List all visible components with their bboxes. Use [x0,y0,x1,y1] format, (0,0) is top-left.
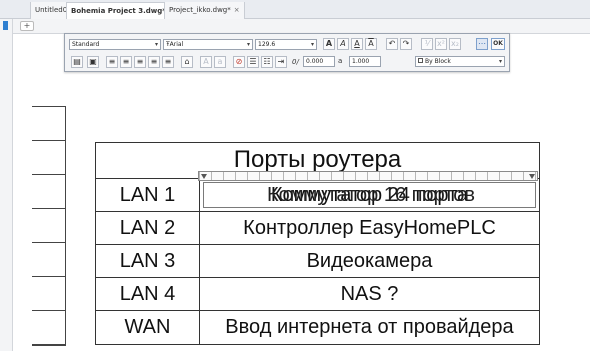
external-row [32,107,65,141]
external-row [32,209,65,243]
align-right-icon[interactable]: ≡ [134,56,146,68]
bold-button[interactable]: A [323,38,335,50]
more-options-icon[interactable]: ⋯ [476,38,488,50]
description-cell: Видеокамера [306,250,433,272]
numbering-icon[interactable]: ☷ [261,56,273,68]
indent-marker-icon[interactable] [201,174,207,179]
italic-button[interactable]: A [337,38,349,50]
width-factor-value: 1.000 [352,58,370,65]
port-cell: LAN 3 [96,245,200,277]
port-cell: LAN 4 [96,278,200,310]
external-row [32,175,65,209]
external-row [32,141,65,175]
table-row[interactable]: LAN 4 NAS ? [96,278,539,311]
subscript-icon[interactable]: x₂ [449,38,461,50]
text-format-toolbar: Standard ▾ ŦArial ▾ 129.6 ▾ A A A A ↶ ↷ ⅟ x… [64,33,510,72]
external-table-fragment [32,106,66,346]
chevron-down-icon: ▾ [498,58,502,65]
port-cell: LAN 2 [96,212,200,244]
width-factor-icon: a [338,57,343,65]
underline-button[interactable]: A [351,38,363,50]
port-cell: WAN [96,311,200,344]
ruler-ticks [199,172,537,180]
table-row[interactable]: LAN 3 Видеокамера [96,245,539,278]
color-value: By Block [425,58,451,65]
table-row[interactable]: LAN 1 Коммутатор 24 порта Коммутатор 16 … [96,179,539,212]
width-factor-input[interactable]: 1.000 [349,56,381,67]
cell-text-overlay: Коммутатор 16 портов [267,184,475,206]
justify-icon[interactable]: ≡ [148,56,160,68]
tab-subbar: + [0,19,590,34]
left-panel-strip [0,19,13,351]
external-row [32,243,65,277]
external-row [32,311,65,345]
bullets-icon[interactable]: ☰ [247,56,259,68]
text-edit-ruler[interactable] [198,171,538,181]
oblique-angle-input[interactable]: 0.000 [303,56,335,67]
undo-icon[interactable]: ↶ [386,38,398,50]
chevron-down-icon: ▾ [310,41,314,48]
text-height-select[interactable]: 129.6 ▾ [255,39,317,50]
distribute-icon[interactable]: ≡ [162,56,174,68]
close-icon[interactable]: × [234,2,240,18]
text-frame-icon[interactable]: ▣ [87,56,99,68]
new-tab-button[interactable]: + [20,21,34,31]
clear-format-icon[interactable]: ⊘ [233,56,245,68]
table-row[interactable]: LAN 2 Контроллер EasyHomePLC [96,212,539,245]
indent-icon[interactable]: ⇥ [275,56,287,68]
text-style-value: Standard [72,41,100,48]
tab-label: Bohemia Project 3.dwg* [71,7,166,15]
description-cell: Контроллер EasyHomePLC [243,217,496,239]
font-value: Arial [169,41,184,48]
text-style-select[interactable]: Standard ▾ [69,39,161,50]
align-left-icon[interactable]: ≡ [106,56,118,68]
symbol-icon[interactable]: ⌂ [181,56,193,68]
external-row [32,277,65,311]
color-swatch-icon [418,58,423,63]
table-row[interactable]: WAN Ввод интернета от провайдера [96,311,539,344]
import-text-icon[interactable]: ▤ [71,56,83,68]
tab-project-ikko[interactable]: Project_ikko.dwg* × [164,2,245,19]
chevron-down-icon: ▾ [246,41,250,48]
right-margin-marker-icon[interactable] [529,174,535,179]
chevron-down-icon: ▾ [154,41,158,48]
document-tab-bar: Untitled0* Bohemia Project 3.dwg*× Proje… [0,0,590,19]
description-cell: NAS ? [340,283,399,305]
overline-button[interactable]: A [365,38,377,50]
uppercase-icon[interactable]: A [200,56,212,68]
superscript-icon[interactable]: x² [435,38,447,50]
align-center-icon[interactable]: ≡ [120,56,132,68]
port-cell: LAN 1 [96,179,200,211]
color-select[interactable]: By Block ▾ [415,56,505,67]
description-cell: Ввод интернета от провайдера [225,316,514,338]
text-height-value: 129.6 [258,41,276,48]
redo-icon[interactable]: ↷ [400,38,412,50]
oblique-angle-icon: 0/ [292,58,299,66]
tab-label: Project_ikko.dwg* [169,6,231,14]
description-cell-editing[interactable]: Коммутатор 24 порта Коммутатор 16 портов [200,179,539,211]
oblique-angle-value: 0.000 [306,58,324,65]
stack-icon[interactable]: ⅟ [421,38,433,50]
font-select[interactable]: ŦArial ▾ [163,39,253,50]
ok-button[interactable]: OK [491,38,505,50]
lowercase-icon[interactable]: a [214,56,226,68]
panel-marker-icon[interactable] [3,21,8,30]
